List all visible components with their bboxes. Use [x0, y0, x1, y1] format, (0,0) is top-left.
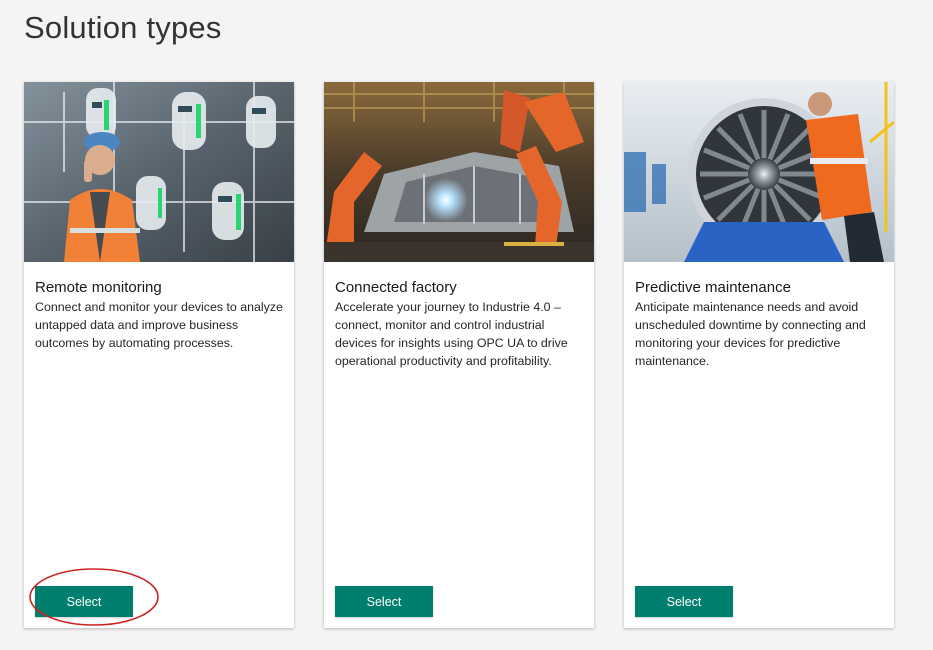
card-description: Anticipate maintenance needs and avoid u… — [635, 300, 866, 368]
select-button-connected-factory[interactable]: Select — [335, 586, 433, 617]
remote-monitoring-image — [24, 82, 294, 262]
solution-card-connected-factory[interactable]: Connected factory Accelerate your journe… — [324, 82, 594, 628]
card-description: Accelerate your journey to Industrie 4.0… — [335, 300, 568, 368]
card-title: Remote monitoring — [35, 279, 162, 296]
select-button-remote-monitoring[interactable]: Select — [35, 586, 133, 617]
solution-card-predictive-maintenance[interactable]: Predictive maintenance Anticipate mainte… — [624, 82, 894, 628]
card-description: Connect and monitor your devices to anal… — [35, 300, 283, 350]
solution-card-remote-monitoring[interactable]: Remote monitoring Connect and monitor yo… — [24, 82, 294, 628]
card-title: Predictive maintenance — [635, 279, 791, 296]
page-title: Solution types — [24, 10, 222, 45]
connected-factory-image — [324, 82, 594, 262]
predictive-maintenance-image — [624, 82, 894, 262]
card-title: Connected factory — [335, 279, 457, 296]
select-button-predictive-maintenance[interactable]: Select — [635, 586, 733, 617]
